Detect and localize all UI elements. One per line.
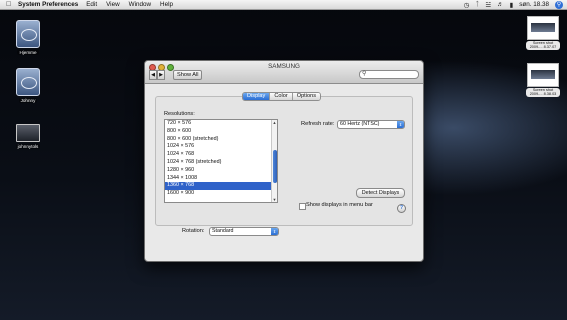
desktop-icon-label: Hjemme xyxy=(17,50,39,55)
scroll-down-arrow-icon[interactable]: ▼ xyxy=(272,197,277,202)
tab-options[interactable]: Options xyxy=(292,93,320,100)
screenshot-thumbnail-icon xyxy=(527,63,559,87)
desktop-icon-johnnytols[interactable]: johnnytols xyxy=(8,120,48,149)
resolutions-scrollbar[interactable]: ▲ ▼ xyxy=(271,120,277,202)
menu-help[interactable]: Help xyxy=(160,1,173,8)
resolutions-label: Resolutions: xyxy=(164,111,195,117)
wifi-icon[interactable]: ☱ xyxy=(485,1,491,9)
menu-app-name[interactable]: System Preferences xyxy=(18,1,78,8)
window-title: SAMSUNG xyxy=(268,63,300,70)
desktop-icon-johnny[interactable]: Johnny xyxy=(8,68,48,103)
volume-icon[interactable]: ♬ xyxy=(497,1,504,8)
desktop-icon-label: johnnytols xyxy=(15,144,41,149)
screenshot-thumbnail-icon xyxy=(527,16,559,40)
window-titlebar[interactable]: SAMSUNG ◀ ▶ Show All ⚲ xyxy=(145,61,423,84)
chevron-updown-icon: ⇕ xyxy=(397,121,404,128)
chevron-updown-icon: ⇕ xyxy=(271,228,278,235)
resolution-item[interactable]: 800 × 600 (stretched) xyxy=(165,136,277,144)
resolution-item[interactable]: 720 × 576 xyxy=(165,120,277,128)
screenshot-label: Screen shot 2009-... 8.37.07 xyxy=(526,41,560,50)
menu-bar:  System Preferences Edit View Window He… xyxy=(0,0,567,10)
hard-disk-icon xyxy=(16,20,40,48)
resolution-item[interactable]: 1600 × 900 xyxy=(165,190,277,198)
tab-display[interactable]: Display xyxy=(243,93,271,100)
rotation-label: Rotation: xyxy=(182,228,205,234)
desktop-icon-label: Johnny xyxy=(18,98,38,103)
rotation-value: Standard xyxy=(212,228,234,234)
show-displays-label[interactable]: Show displays in menu bar xyxy=(306,202,373,208)
hard-disk-icon xyxy=(16,68,40,96)
time-machine-icon[interactable]: ◷ xyxy=(464,1,470,9)
screenshot-label: Screen shot 2009-... 8.38.03 xyxy=(526,88,560,97)
refresh-rate-label: Refresh rate: xyxy=(301,121,335,127)
rotation-select[interactable]: Standard ⇕ xyxy=(209,227,279,236)
scrollbar-thumb[interactable] xyxy=(272,150,277,183)
desktop-screenshot-file[interactable]: Screen shot 2009-... 8.38.03 xyxy=(526,63,560,97)
tab-color[interactable]: Color xyxy=(270,93,293,100)
tab-bar: Display Color Options xyxy=(242,92,321,101)
bluetooth-icon[interactable]: ᛏ xyxy=(475,1,479,8)
scroll-up-arrow-icon[interactable]: ▲ xyxy=(272,120,277,125)
refresh-rate-value: 60 Hertz (NTSC) xyxy=(340,121,380,127)
resolution-item[interactable]: 1344 × 1008 xyxy=(165,175,277,183)
resolution-item[interactable]: 1280 × 960 xyxy=(165,167,277,175)
refresh-rate-select[interactable]: 60 Hertz (NTSC) ⇕ xyxy=(337,120,405,129)
resolution-item[interactable]: 1024 × 768 (stretched) xyxy=(165,159,277,167)
laptop-icon xyxy=(16,124,40,142)
menu-window[interactable]: Window xyxy=(129,1,151,8)
spotlight-icon[interactable]: ⚲ xyxy=(555,0,563,9)
resolution-item[interactable]: 1024 × 768 xyxy=(165,151,277,159)
show-displays-checkbox[interactable] xyxy=(299,203,306,210)
resolution-item[interactable]: 800 × 600 xyxy=(165,128,277,136)
search-input[interactable]: ⚲ xyxy=(359,70,419,79)
menu-clock[interactable]: søn. 18.38 xyxy=(519,1,549,8)
display-preferences-window: SAMSUNG ◀ ▶ Show All ⚲ Display Color Opt… xyxy=(144,60,424,262)
resolution-item[interactable]: 1024 × 576 xyxy=(165,143,277,151)
detect-displays-button[interactable]: Detect Displays xyxy=(356,188,405,198)
menu-view[interactable]: View xyxy=(106,1,120,8)
search-icon: ⚲ xyxy=(362,71,367,77)
menu-edit[interactable]: Edit xyxy=(86,1,97,8)
desktop-icon-hjemme[interactable]: Hjemme xyxy=(8,20,48,55)
back-button[interactable]: ◀ xyxy=(149,70,157,80)
show-all-button[interactable]: Show All xyxy=(173,70,203,80)
resolution-item-selected[interactable]: 1360 × 768 xyxy=(165,182,277,191)
desktop-screenshot-file[interactable]: Screen shot 2009-... 8.37.07 xyxy=(526,16,560,50)
resolutions-list[interactable]: 720 × 576 800 × 600 800 × 600 (stretched… xyxy=(164,119,278,203)
help-button[interactable]: ? xyxy=(397,204,406,213)
forward-button[interactable]: ▶ xyxy=(157,70,165,80)
apple-menu-icon[interactable]:  xyxy=(6,1,14,8)
battery-icon[interactable]: ▮ xyxy=(510,1,514,9)
